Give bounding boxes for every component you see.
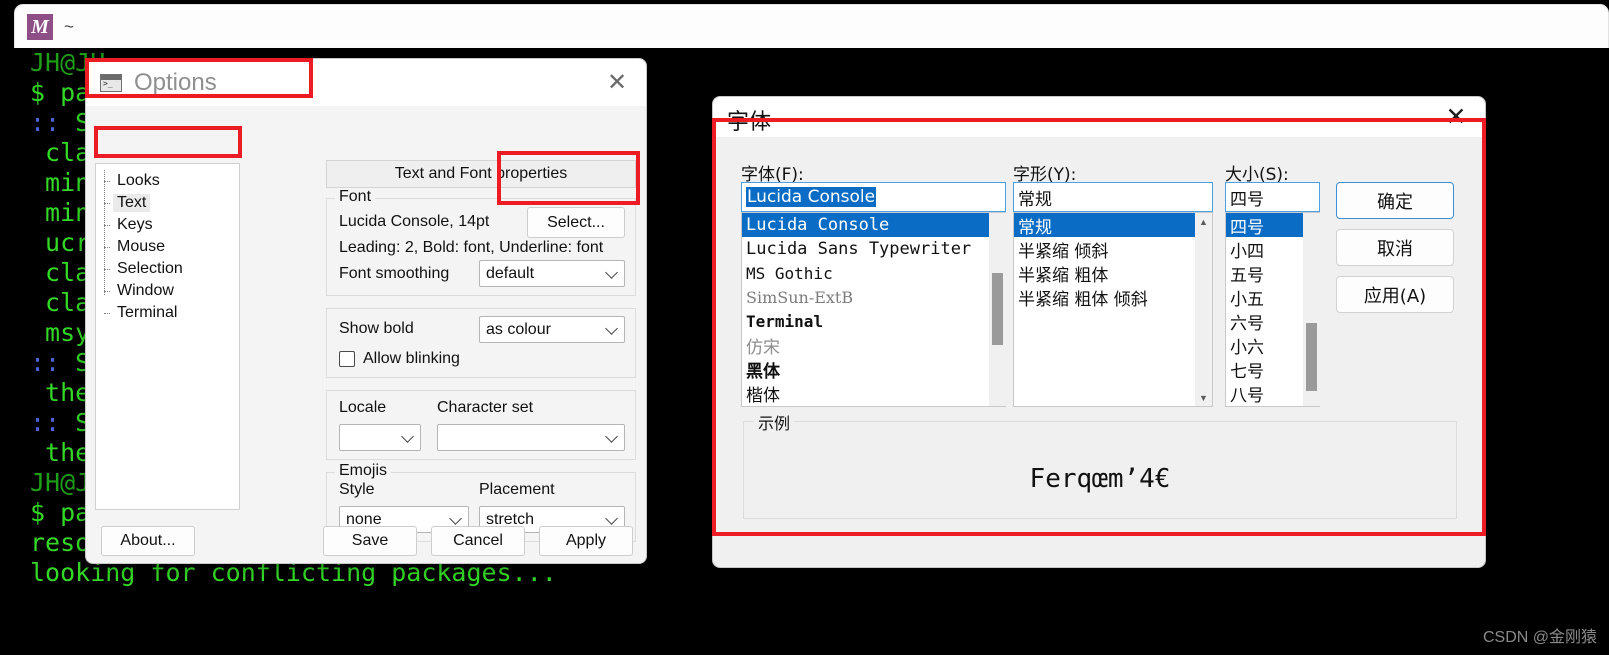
terminal-titlebar: M ~ bbox=[14, 4, 1609, 48]
options-dialog: Options ✕ Looks Text Keys Mouse bbox=[85, 58, 647, 564]
cancel-button[interactable]: Cancel bbox=[431, 526, 525, 556]
list-item[interactable]: 楷体 bbox=[742, 381, 1005, 406]
options-dialog-title: Options bbox=[134, 68, 217, 96]
list-item[interactable]: Terminal bbox=[742, 309, 1005, 333]
list-item[interactable]: MS Gothic bbox=[742, 261, 1005, 285]
font-size-scrollbar[interactable] bbox=[1303, 213, 1320, 406]
sample-group: 示例 Ferqœm’4€ bbox=[743, 410, 1457, 519]
mintty-logo-icon: M bbox=[27, 13, 53, 40]
list-item[interactable]: 黑体 bbox=[742, 357, 1005, 382]
scroll-up-icon[interactable]: ▲ bbox=[1195, 213, 1212, 230]
font-style-scrollbar[interactable]: ▲ ▼ bbox=[1195, 213, 1212, 406]
options-titlebar: Options ✕ bbox=[86, 59, 646, 106]
list-item[interactable]: 仿宋 bbox=[742, 333, 1005, 358]
close-icon[interactable]: ✕ bbox=[604, 71, 630, 95]
ok-button[interactable]: 确定 bbox=[1336, 182, 1454, 219]
list-item[interactable]: 半紧缩 粗体 倾斜 bbox=[1014, 285, 1212, 310]
save-button[interactable]: Save bbox=[323, 526, 417, 556]
font-family-list[interactable]: Lucida Console Lucida Sans Typewriter MS… bbox=[741, 212, 1006, 407]
cancel-button[interactable]: 取消 bbox=[1336, 229, 1454, 266]
font-selection-dialog: 字体 ✕ 字体(F): Lucida Console Lucida Consol… bbox=[712, 96, 1486, 568]
font-style-input[interactable]: 常规 bbox=[1013, 182, 1213, 212]
font-style-input-value: 常规 bbox=[1018, 189, 1052, 210]
sample-legend: 示例 bbox=[754, 410, 795, 434]
font-family-input[interactable]: Lucida Console bbox=[741, 182, 1006, 212]
font-family-input-value: Lucida Console bbox=[746, 187, 877, 207]
sample-preview-text: Ferqœm’4€ bbox=[1029, 464, 1171, 494]
font-size-input-value: 四号 bbox=[1230, 189, 1264, 210]
font-style-list[interactable]: 常规 半紧缩 倾斜 半紧缩 粗体 半紧缩 粗体 倾斜 bbox=[1013, 212, 1213, 407]
list-item[interactable]: 半紧缩 倾斜 bbox=[1014, 237, 1212, 262]
scroll-down-icon[interactable]: ▼ bbox=[1195, 389, 1212, 406]
list-item[interactable]: Lucida Console bbox=[742, 213, 1005, 237]
scrollbar-thumb[interactable] bbox=[992, 273, 1003, 345]
list-item[interactable]: Lucida Sans Typewriter bbox=[742, 237, 1005, 261]
scrollbar-thumb[interactable] bbox=[1306, 323, 1317, 391]
terminal-window-icon bbox=[100, 73, 122, 92]
font-size-input[interactable]: 四号 bbox=[1225, 182, 1320, 212]
list-item[interactable]: 半紧缩 粗体 bbox=[1014, 261, 1212, 286]
font-family-scrollbar[interactable] bbox=[989, 213, 1006, 406]
about-button[interactable]: About... bbox=[101, 526, 195, 556]
options-body: Looks Text Keys Mouse Selection Window T… bbox=[86, 106, 646, 565]
close-icon[interactable]: ✕ bbox=[1443, 105, 1469, 130]
apply-button[interactable]: 应用(A) bbox=[1336, 276, 1454, 313]
font-dialog-titlebar: 字体 ✕ bbox=[713, 97, 1485, 137]
csdn-watermark: CSDN @金刚猿 bbox=[1482, 629, 1597, 646]
list-item[interactable]: SimSun-ExtB bbox=[742, 285, 1005, 309]
apply-button[interactable]: Apply bbox=[539, 526, 633, 556]
list-item[interactable]: 常规 bbox=[1014, 213, 1212, 238]
font-dialog-title: 字体 bbox=[727, 110, 772, 135]
terminal-title: ~ bbox=[64, 16, 74, 36]
options-footer: About... Save Cancel Apply bbox=[86, 106, 646, 565]
